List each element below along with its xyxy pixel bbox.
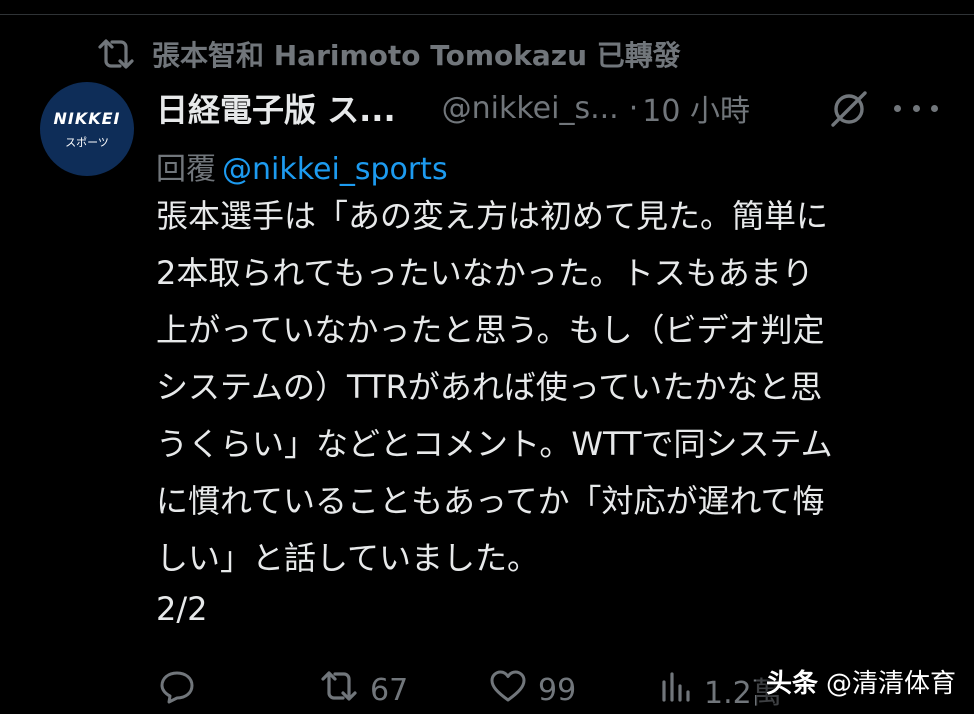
more-options-icon[interactable] bbox=[894, 90, 938, 126]
repost-icon bbox=[318, 669, 370, 711]
views-icon bbox=[658, 668, 704, 712]
heart-icon bbox=[488, 668, 538, 712]
avatar[interactable]: NIKKEI スポーツ bbox=[40, 82, 134, 176]
top-divider bbox=[0, 14, 974, 15]
like-count: 99 bbox=[538, 672, 577, 708]
like-button[interactable]: 99 bbox=[488, 666, 576, 714]
tweet-text-line: システムの）TTRがあれば使っていたかなと思 bbox=[156, 368, 823, 406]
display-name[interactable]: 日経電子版 ス... bbox=[156, 85, 396, 131]
tweet-text: 張本選手は「あの変え方は初めて見た。簡単に 2本取られてもったいなかった。トスも… bbox=[156, 196, 946, 595]
tweet-text-line: うくらい」などとコメント。WTTで同システム bbox=[156, 425, 833, 463]
repost-label: 張本智和 Harimoto Tomokazu 已轉發 bbox=[152, 39, 681, 72]
reply-mention-link[interactable]: @nikkei_sports bbox=[222, 152, 448, 187]
timestamp[interactable]: 10 小時 bbox=[642, 86, 750, 130]
thread-count: 2/2 bbox=[156, 590, 208, 628]
tweet-text-line: 上がっていなかったと思う。もし（ビデオ判定 bbox=[156, 311, 825, 349]
repost-icon bbox=[96, 36, 136, 72]
reply-button[interactable] bbox=[158, 666, 206, 714]
tweet-text-line: に慣れていることもあってか「対応が遅れて悔 bbox=[156, 482, 825, 520]
avatar-subtitle: スポーツ bbox=[65, 135, 109, 149]
repost-button[interactable]: 67 bbox=[318, 666, 408, 714]
watermark-handle: @清清体育 bbox=[826, 668, 957, 699]
watermark: 头条 @清清体育 bbox=[766, 662, 956, 700]
comment-icon bbox=[158, 668, 206, 712]
grok-icon[interactable] bbox=[828, 88, 870, 130]
separator-dot: · bbox=[628, 90, 639, 126]
reply-label: 回覆 bbox=[156, 152, 216, 187]
tweet-text-line: 2本取られてもったいなかった。トスもあまり bbox=[156, 254, 814, 292]
more-dot bbox=[912, 104, 920, 112]
more-dot bbox=[894, 104, 901, 112]
watermark-brand: 头条 bbox=[766, 668, 819, 699]
avatar-brand: NIKKEI bbox=[53, 108, 121, 128]
repost-count: 67 bbox=[370, 672, 409, 708]
user-handle[interactable]: @nikkei_s... bbox=[442, 91, 619, 126]
repost-context[interactable]: 張本智和 Harimoto Tomokazu 已轉發 bbox=[96, 34, 681, 74]
tweet-text-line: 張本選手は「あの変え方は初めて見た。簡単に bbox=[156, 197, 829, 235]
reply-context: 回覆 @nikkei_sports bbox=[156, 144, 448, 188]
more-dot bbox=[931, 104, 938, 112]
tweet-text-line: しい」と話していました。 bbox=[156, 539, 540, 577]
